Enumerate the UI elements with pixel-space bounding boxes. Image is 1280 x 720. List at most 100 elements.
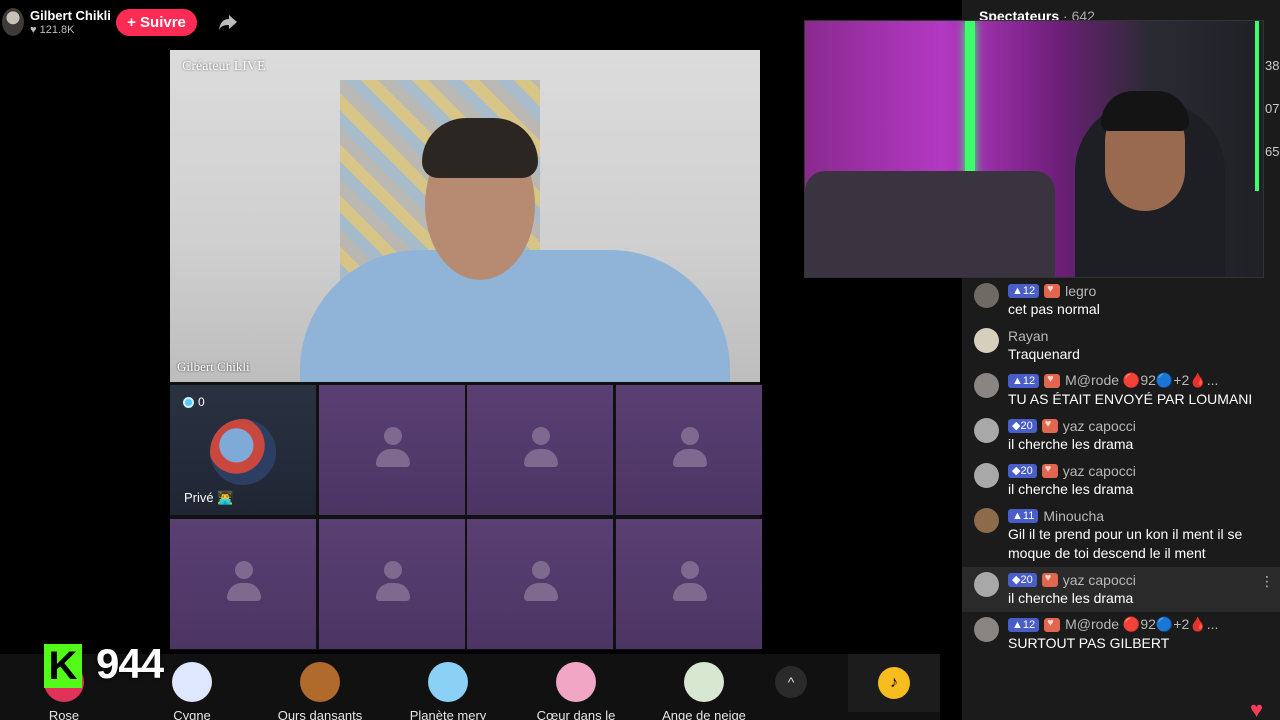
gift-ange-de-neige[interactable]: Ange de neige	[640, 654, 768, 720]
person-hair	[422, 118, 538, 178]
chat-username[interactable]: yaz capocci	[1063, 463, 1136, 479]
gift-coeur[interactable]: Cœur dans le	[512, 654, 640, 720]
neon-light	[1255, 21, 1259, 191]
gift-name: Ours dansants	[277, 708, 363, 720]
avatar[interactable]	[974, 283, 999, 308]
bear-icon	[300, 662, 340, 702]
guest-avatar[interactable]	[210, 419, 276, 485]
empty-seat[interactable]	[615, 385, 762, 515]
sofa	[805, 171, 1055, 277]
private-seat-label: Privé 👨‍💻	[184, 490, 234, 505]
neon-light	[965, 21, 975, 181]
chat-username[interactable]: yaz capocci	[1063, 418, 1136, 434]
level-badge: ▲11	[1008, 508, 1039, 523]
host-name[interactable]: Gilbert Chikli	[30, 8, 111, 23]
gift-ours-dansants[interactable]: Ours dansants	[256, 654, 384, 720]
gift-planete[interactable]: Planète mery	[384, 654, 512, 720]
chat-text: il cherche les drama	[1008, 590, 1134, 606]
chat-message[interactable]: Rayan Traquenard	[962, 323, 1280, 368]
person-placeholder-icon	[672, 427, 707, 475]
person-placeholder-icon	[375, 561, 410, 609]
chat-message[interactable]: ▲12 legro cet pas normal	[962, 278, 1280, 323]
person-placeholder-icon	[524, 427, 558, 475]
chat-message[interactable]: ▲12 M@rode 🔴92🔵+2🩸... SURTOUT PAS GILBER…	[962, 612, 1280, 657]
fan-heart-icon	[1041, 572, 1058, 587]
heart-icon[interactable]: ♥	[1250, 699, 1276, 720]
chat-text: Traquenard	[1008, 346, 1080, 362]
person-placeholder-icon	[524, 561, 558, 609]
fan-heart-icon	[1044, 283, 1061, 298]
follow-button[interactable]: + Suivre	[116, 9, 197, 36]
chat-username[interactable]: Rayan	[1008, 328, 1048, 344]
streamer-webcam-overlay	[804, 20, 1264, 278]
chat-text: cet pas normal	[1008, 301, 1100, 317]
chat-message[interactable]: ◆20 yaz capocci il cherche les drama	[962, 413, 1280, 458]
host-video[interactable]: Créateur LIVE Gilbert Chikli	[170, 50, 760, 382]
chat-message[interactable]: ▲11 Minoucha Gil il te prend pour un kon…	[962, 503, 1280, 567]
person-placeholder-icon	[227, 561, 261, 609]
chat-text: TU AS ÉTAIT ENVOYÉ PAR LOUMANI	[1008, 391, 1253, 407]
avatar[interactable]	[974, 508, 999, 533]
host-likes: ♥ 121.8K	[30, 24, 75, 36]
video-owner-name: Gilbert Chikli	[177, 359, 250, 374]
chat-text: il cherche les drama	[1008, 436, 1134, 452]
chat-username[interactable]: M@rode 🔴92🔵+2🩸...	[1065, 616, 1218, 633]
more-options-icon[interactable]: ⋮	[1260, 573, 1274, 590]
avatar[interactable]	[974, 373, 999, 398]
seat-count-value: 0	[198, 395, 205, 409]
streamer-hair	[1101, 91, 1189, 131]
empty-seat[interactable]	[615, 519, 762, 649]
side-number: 38	[1265, 58, 1280, 73]
side-numbers: 38 07 65	[1265, 44, 1279, 173]
empty-seat[interactable]	[170, 519, 316, 649]
avatar[interactable]	[974, 418, 999, 443]
creator-live-label: Créateur LIVE	[182, 59, 266, 74]
share-icon[interactable]	[218, 12, 238, 32]
level-badge: ▲12	[1008, 283, 1040, 298]
empty-seat[interactable]	[318, 519, 465, 649]
snow-angel-icon	[684, 662, 724, 702]
guest-seat-grid: 0 Privé 👨‍💻	[170, 385, 762, 650]
chat-message-hovered[interactable]: ◆20 yaz capocci il cherche les drama ⋮	[962, 567, 1280, 612]
gift-name: Planète mery	[409, 708, 487, 720]
avatar[interactable]	[974, 328, 999, 353]
level-badge: ▲12	[1008, 617, 1040, 632]
person-body	[300, 250, 730, 382]
swan-icon	[172, 662, 212, 702]
coin-icon	[183, 396, 194, 408]
empty-seat[interactable]	[318, 385, 465, 515]
avatar[interactable]	[974, 617, 999, 642]
live-stage: Créateur LIVE Gilbert Chikli 0 Privé 👨‍💻	[170, 50, 762, 650]
side-number: 65	[1265, 144, 1280, 159]
host-avatar[interactable]	[2, 8, 24, 36]
level-badge: ◆20	[1008, 572, 1037, 587]
person-placeholder-icon	[375, 427, 410, 475]
level-badge: ◆20	[1008, 463, 1037, 478]
tiktok-coin-button[interactable]: ♪	[848, 654, 940, 712]
gift-name: Ange de neige	[662, 708, 746, 720]
chat-username[interactable]: Minoucha	[1043, 508, 1104, 524]
chat-username[interactable]: M@rode 🔴92🔵+2🩸...	[1065, 372, 1218, 389]
avatar[interactable]	[974, 572, 999, 597]
chat-message[interactable]: ◆20 yaz capocci il cherche les drama	[962, 458, 1280, 503]
gift-name: Rose	[48, 708, 80, 720]
person-placeholder-icon	[672, 561, 707, 609]
chat-username[interactable]: yaz capocci	[1063, 572, 1136, 588]
kick-logo-icon: K	[44, 644, 82, 688]
chat-text: il cherche les drama	[1008, 481, 1134, 497]
fan-heart-icon	[1041, 463, 1058, 478]
chat-text: Gil il te prend pour un kon il ment il s…	[1008, 526, 1243, 561]
chat-message[interactable]: ▲12 M@rode 🔴92🔵+2🩸... TU AS ÉTAIT ENVOYÉ…	[962, 368, 1280, 413]
avatar[interactable]	[974, 463, 999, 488]
empty-seat[interactable]	[467, 519, 613, 649]
kick-viewer-count: 944	[96, 640, 164, 687]
empty-seat[interactable]	[467, 385, 613, 515]
level-badge: ◆20	[1008, 418, 1037, 433]
chat-username[interactable]: legro	[1065, 283, 1096, 299]
guest-seat-private[interactable]: 0 Privé 👨‍💻	[170, 385, 316, 515]
tiktok-icon: ♪	[878, 667, 910, 699]
chat-list[interactable]: ▲12 legro cet pas normal Rayan Traquenar…	[962, 278, 1280, 657]
chevron-up-icon[interactable]: ^	[775, 666, 807, 698]
gift-name: Cygne	[173, 708, 211, 720]
seat-coin-count: 0	[183, 395, 205, 409]
